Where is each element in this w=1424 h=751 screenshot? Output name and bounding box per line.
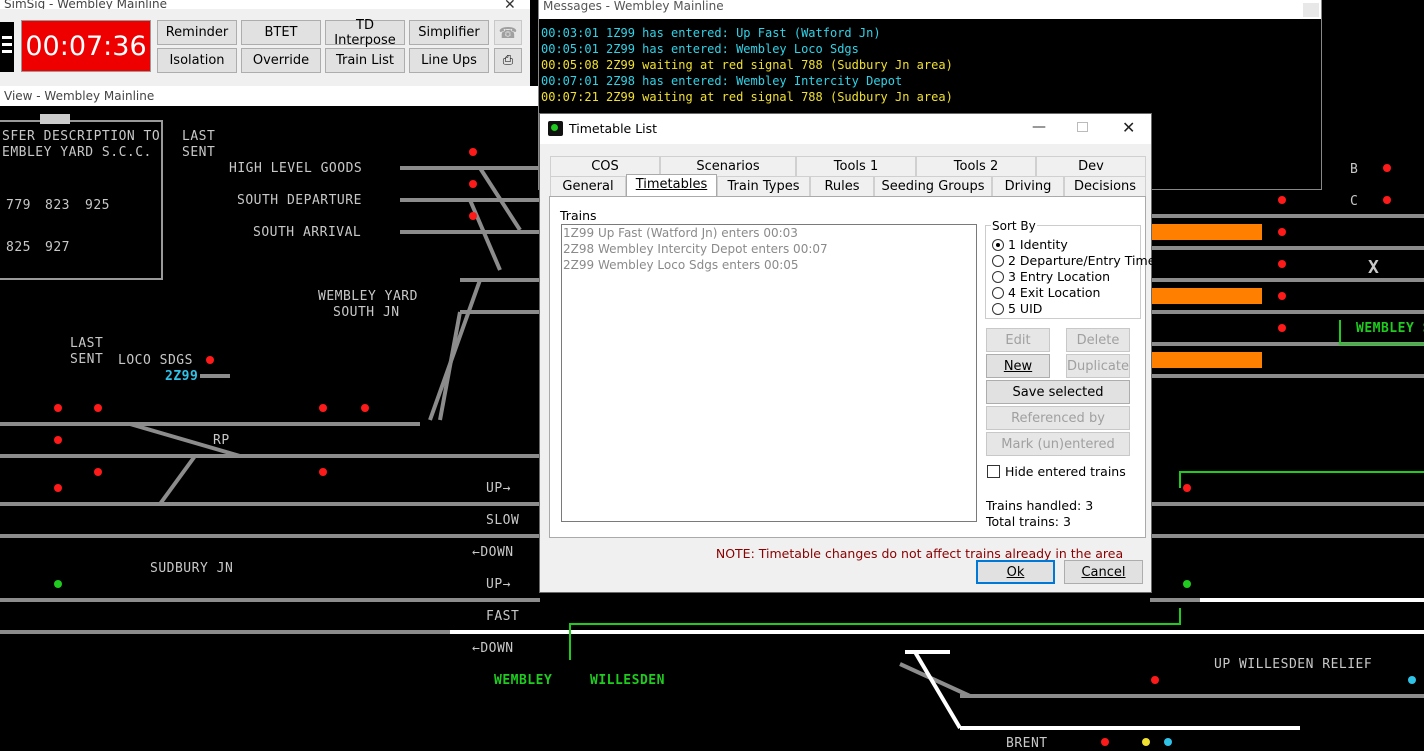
app-icon — [548, 121, 563, 136]
sort-radio-entry-location[interactable]: 3 Entry Location — [992, 269, 1110, 284]
simsig-window: SimSig - Wembley Mainline ✕ 00:07:36 Rem… — [0, 0, 530, 86]
close-icon[interactable]: ✕ — [504, 0, 516, 13]
note-text: NOTE: Timetable changes do not affect tr… — [715, 546, 1124, 561]
mark-unentered-button[interactable]: Mark (un)entered — [986, 432, 1130, 456]
maximize-icon — [1077, 122, 1088, 132]
tab-cos[interactable]: COS — [550, 156, 660, 176]
tab-scenarios[interactable]: Scenarios — [660, 156, 796, 176]
messages-close-icon[interactable] — [1303, 3, 1319, 17]
list-item[interactable]: 2Z99 Wembley Loco Sdgs enters 00:05 — [562, 257, 976, 273]
hide-entered-checkbox[interactable] — [987, 465, 1000, 478]
total-trains: Total trains: 3 — [986, 514, 1071, 529]
ok-button[interactable]: Ok — [976, 560, 1055, 584]
message-line: 00:03:01 1Z99 has entered: Up Fast (Watf… — [541, 26, 881, 40]
line-ups-button[interactable]: Line Ups — [409, 48, 489, 73]
list-item[interactable]: 1Z99 Up Fast (Watford Jn) enters 00:03 — [562, 225, 976, 241]
tab-dev[interactable]: Dev — [1036, 156, 1146, 176]
override-button[interactable]: Override — [241, 48, 321, 73]
dialog-titlebar: Timetable List — ✕ — [540, 114, 1151, 144]
clock-display[interactable]: 00:07:36 — [21, 20, 151, 72]
td-interpose-button[interactable]: TD Interpose — [325, 18, 405, 48]
sort-radio-uid[interactable]: 5 UID — [992, 301, 1042, 316]
messages-log[interactable]: 00:03:01 1Z99 has entered: Up Fast (Watf… — [541, 25, 953, 105]
sort-radio-exit-location[interactable]: 4 Exit Location — [992, 285, 1100, 300]
trains-label: Trains — [560, 208, 597, 223]
referenced-by-button[interactable]: Referenced by — [986, 406, 1130, 430]
train-list-button[interactable]: Train List — [325, 48, 405, 73]
messages-title: Messages - Wembley Mainline — [539, 0, 1321, 19]
tab-general[interactable]: General — [550, 176, 626, 196]
sort-radio-departure[interactable]: 2 Departure/Entry Time — [992, 253, 1155, 268]
list-item[interactable]: 2Z98 Wembley Intercity Depot enters 00:0… — [562, 241, 976, 257]
cancel-button[interactable]: Cancel — [1064, 560, 1143, 584]
sort-by-label: Sort By — [991, 219, 1037, 233]
menu-icon[interactable] — [0, 22, 14, 72]
delete-button[interactable]: Delete — [1066, 328, 1130, 352]
message-line: 00:07:01 2Z98 has entered: Wembley Inter… — [541, 74, 903, 88]
sort-radio-identity[interactable]: 1 Identity — [992, 237, 1068, 252]
dialog-title: Timetable List — [569, 121, 658, 136]
tab-train-types[interactable]: Train Types — [717, 176, 810, 196]
view-title: View - Wembley Mainline — [0, 86, 540, 106]
tab-tools-1[interactable]: Tools 1 — [796, 156, 916, 176]
tab-rules[interactable]: Rules — [810, 176, 874, 196]
trains-handled: Trains handled: 3 — [986, 498, 1094, 513]
isolation-button[interactable]: Isolation — [157, 48, 237, 73]
tab-seeding-groups[interactable]: Seeding Groups — [874, 176, 992, 196]
hide-entered-label: Hide entered trains — [1005, 464, 1126, 479]
timetable-list-dialog: Timetable List — ✕ COS Scenarios Tools 1… — [539, 113, 1155, 593]
tab-decisions[interactable]: Decisions — [1064, 176, 1146, 196]
tab-page: Trains 1Z99 Up Fast (Watford Jn) enters … — [549, 196, 1155, 538]
close-icon[interactable]: ✕ — [1122, 118, 1135, 137]
phone-icon[interactable]: ☎ — [494, 20, 522, 45]
tab-driving[interactable]: Driving — [992, 176, 1064, 196]
edit-button[interactable]: Edit — [986, 328, 1050, 352]
simplifier-button[interactable]: Simplifier — [409, 20, 489, 45]
minimize-icon[interactable]: — — [1032, 119, 1046, 135]
reminder-button[interactable]: Reminder — [157, 20, 237, 45]
trains-list[interactable]: 1Z99 Up Fast (Watford Jn) enters 00:03 2… — [561, 224, 977, 522]
message-line: 00:05:01 2Z99 has entered: Wembley Loco … — [541, 42, 859, 56]
tab-timetables[interactable]: Timetables — [626, 174, 717, 196]
printer-icon[interactable]: ⎙ — [494, 48, 522, 73]
simsig-title: SimSig - Wembley Mainline — [0, 0, 530, 9]
message-line: 00:05:08 2Z99 waiting at red signal 788 … — [541, 58, 953, 72]
duplicate-button[interactable]: Duplicate — [1066, 354, 1130, 378]
save-selected-button[interactable]: Save selected — [986, 380, 1130, 404]
message-line: 00:07:21 2Z99 waiting at red signal 788 … — [541, 90, 953, 104]
new-button[interactable]: New — [986, 354, 1050, 378]
tab-tools-2[interactable]: Tools 2 — [916, 156, 1036, 176]
btet-button[interactable]: BTET — [241, 20, 321, 45]
